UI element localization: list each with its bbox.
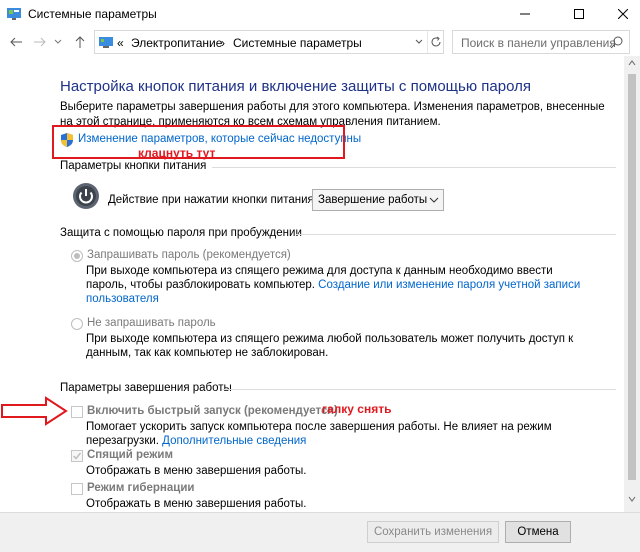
breadcrumb-system-settings[interactable]: Системные параметры xyxy=(233,36,362,50)
fast-startup-desc-line1: Помогает ускорить запуск компьютера посл… xyxy=(86,421,552,433)
require-password-desc-line1: При выходе компьютера из спящего режима … xyxy=(86,265,553,277)
minimize-button[interactable] xyxy=(502,0,548,28)
refresh-icon xyxy=(431,36,440,47)
fast-startup-label: Включить быстрый запуск (рекомендуется) xyxy=(87,405,338,417)
back-button[interactable] xyxy=(8,34,24,50)
hibernate-description: Отображать в меню завершения работы. xyxy=(86,498,307,510)
require-password-label: Запрашивать пароль (рекомендуется) xyxy=(87,249,291,261)
address-dropdown[interactable] xyxy=(411,31,427,53)
shutdown-group-title: Параметры завершения работы xyxy=(60,382,232,394)
breadcrumb-power-options[interactable]: Электропитание xyxy=(131,36,222,50)
cancel-button[interactable]: Отмена xyxy=(505,521,571,543)
up-button[interactable] xyxy=(72,34,88,50)
minimize-icon xyxy=(520,13,530,15)
control-panel-icon xyxy=(98,34,114,50)
dont-require-password-description: При выходе компьютера из спящего режима … xyxy=(86,332,616,360)
power-button-action-value: Завершение работы xyxy=(318,194,428,206)
up-arrow-icon xyxy=(75,36,85,48)
create-password-link[interactable]: Создание или изменение пароля учетной за… xyxy=(318,279,580,291)
vertical-scrollbar[interactable] xyxy=(624,56,640,512)
back-arrow-icon xyxy=(10,37,22,47)
search-placeholder: Поиск в панели управления xyxy=(461,36,616,50)
require-password-radio[interactable] xyxy=(71,250,83,262)
chevron-down-icon xyxy=(415,39,423,44)
divider xyxy=(212,167,616,168)
password-group-title: Защита с помощью пароля при пробуждении xyxy=(60,227,302,239)
fast-startup-description: Помогает ускорить запуск компьютера посл… xyxy=(86,420,616,448)
forward-button[interactable] xyxy=(32,34,48,50)
chevron-down-icon xyxy=(429,197,439,203)
control-panel-icon xyxy=(6,6,22,22)
fast-startup-desc-text: перезагрузки. xyxy=(86,435,159,447)
dont-require-password-desc-line1: При выходе компьютера из спящего режима … xyxy=(86,333,574,345)
fast-startup-desc-line2: перезагрузки. Дополнительные сведения xyxy=(86,434,616,448)
dont-require-password-radio[interactable] xyxy=(71,318,83,330)
sleep-checkbox[interactable] xyxy=(71,450,83,462)
save-changes-button[interactable]: Сохранить изменения xyxy=(367,521,499,543)
sleep-label: Спящий режим xyxy=(87,449,173,461)
annotation-click-here: клацнуть тут xyxy=(138,146,216,160)
divider xyxy=(222,389,616,390)
dont-require-password-desc-line2: данным, так как компьютер не заблокирова… xyxy=(86,347,329,359)
power-buttons-group-title: Параметры кнопки питания xyxy=(60,160,207,172)
scroll-up-icon[interactable] xyxy=(628,60,636,66)
scroll-down-icon[interactable] xyxy=(628,496,636,502)
close-icon xyxy=(618,9,628,19)
close-button[interactable] xyxy=(600,0,640,28)
chevron-down-icon xyxy=(54,39,62,44)
require-password-desc-text: пароль, чтобы разблокировать компьютер. xyxy=(86,279,315,291)
more-info-link[interactable]: Дополнительные сведения xyxy=(162,435,306,447)
maximize-icon xyxy=(574,9,584,19)
breadcrumb-prefix: « xyxy=(117,36,124,50)
refresh-button[interactable] xyxy=(427,31,443,53)
window-title: Системные параметры xyxy=(28,7,157,21)
maximize-button[interactable] xyxy=(556,0,602,28)
footer-bar: Сохранить изменения Отмена xyxy=(0,512,640,552)
power-button-action-select[interactable]: Завершение работы xyxy=(312,189,444,211)
dont-require-password-label: Не запрашивать пароль xyxy=(87,317,216,329)
red-arrow-annotation xyxy=(1,396,68,426)
checkmark-icon xyxy=(72,452,82,460)
title-bar: Системные параметры xyxy=(0,0,640,28)
create-password-link-continued[interactable]: пользователя xyxy=(86,292,616,306)
fast-startup-checkbox[interactable] xyxy=(71,406,83,418)
address-bar[interactable]: « Электропитание › Системные параметры xyxy=(94,30,444,54)
scrollbar-thumb[interactable] xyxy=(628,74,636,480)
require-password-desc-line2: пароль, чтобы разблокировать компьютер. … xyxy=(86,278,616,292)
hibernate-checkbox[interactable] xyxy=(71,483,83,495)
navigation-bar: « Электропитание › Системные параметры П… xyxy=(0,28,640,56)
recent-locations-button[interactable] xyxy=(50,34,66,50)
divider xyxy=(296,234,616,235)
page-title: Настройка кнопок питания и включение защ… xyxy=(60,78,531,95)
breadcrumb-separator: › xyxy=(221,36,225,50)
annotation-uncheck: галку снять xyxy=(322,402,392,416)
power-button-action-label: Действие при нажатии кнопки питания: xyxy=(108,194,317,206)
power-icon xyxy=(73,183,99,209)
hibernate-label: Режим гибернации xyxy=(87,482,195,494)
require-password-description: При выходе компьютера из спящего режима … xyxy=(86,264,616,306)
sleep-description: Отображать в меню завершения работы. xyxy=(86,465,307,477)
search-input[interactable]: Поиск в панели управления xyxy=(452,30,630,54)
content-pane: Настройка кнопок питания и включение защ… xyxy=(0,56,640,512)
search-icon xyxy=(610,36,623,49)
forward-arrow-icon xyxy=(34,37,46,47)
